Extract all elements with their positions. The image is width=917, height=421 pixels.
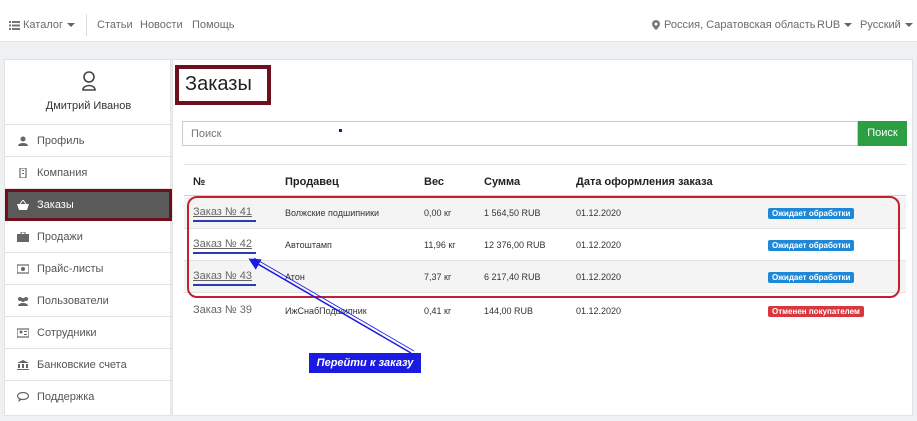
top-navigation-bar: Каталог Статьи Новости Помощь Россия, Са… bbox=[0, 0, 917, 42]
briefcase-icon bbox=[17, 232, 29, 242]
sidebar-item-bank-accounts[interactable]: Банковские счета bbox=[5, 349, 172, 381]
money-icon bbox=[17, 264, 29, 274]
location-label: Россия, Саратовская область bbox=[664, 19, 816, 31]
sidebar: Дмитрий Иванов Профиль Компания Заказы П… bbox=[4, 59, 172, 416]
annotation-label: Перейти к заказу bbox=[309, 353, 421, 373]
divider bbox=[86, 14, 87, 36]
sidebar-item-price-lists[interactable]: Прайс-листы bbox=[5, 253, 172, 285]
sidebar-item-label: Заказы bbox=[37, 199, 74, 211]
chevron-down-icon bbox=[904, 23, 913, 28]
users-icon bbox=[18, 297, 28, 306]
language-selector[interactable]: Русский bbox=[860, 19, 913, 31]
bank-icon bbox=[17, 360, 29, 370]
help-link[interactable]: Помощь bbox=[192, 19, 235, 31]
user-outline-icon bbox=[82, 71, 96, 91]
building-icon bbox=[19, 168, 27, 178]
user-name: Дмитрий Иванов bbox=[45, 100, 132, 112]
currency-label: RUB bbox=[817, 19, 841, 31]
list-icon bbox=[9, 20, 20, 30]
map-marker-icon bbox=[652, 20, 660, 31]
sidebar-item-support[interactable]: Поддержка bbox=[5, 381, 172, 413]
chevron-down-icon bbox=[844, 23, 853, 28]
sidebar-item-company[interactable]: Компания bbox=[5, 157, 172, 189]
sidebar-item-orders[interactable]: Заказы bbox=[5, 189, 172, 221]
sidebar-item-profile[interactable]: Профиль bbox=[5, 125, 172, 157]
language-label: Русский bbox=[860, 19, 901, 31]
sidebar-item-sales[interactable]: Продажи bbox=[5, 221, 172, 253]
basket-icon bbox=[17, 200, 29, 210]
main-content: Заказы Поиск № Продавец Вес Сумма Дата о… bbox=[172, 59, 913, 416]
sidebar-item-label: Пользователи bbox=[37, 295, 109, 307]
sidebar-item-label: Прайс-листы bbox=[37, 263, 104, 275]
catalog-label: Каталог bbox=[23, 19, 63, 31]
sidebar-item-label: Поддержка bbox=[37, 391, 95, 403]
location-selector[interactable]: Россия, Саратовская область bbox=[652, 19, 816, 31]
sidebar-item-label: Продажи bbox=[37, 231, 83, 243]
sidebar-item-employees[interactable]: Сотрудники bbox=[5, 317, 172, 349]
sidebar-item-label: Компания bbox=[37, 167, 88, 179]
sidebar-item-label: Профиль bbox=[37, 135, 85, 147]
sidebar-item-label: Сотрудники bbox=[37, 327, 97, 339]
chevron-down-icon bbox=[67, 23, 75, 28]
sidebar-item-users[interactable]: Пользователи bbox=[5, 285, 172, 317]
catalog-menu[interactable]: Каталог bbox=[9, 19, 75, 31]
currency-selector[interactable]: RUB bbox=[817, 19, 853, 31]
articles-link[interactable]: Статьи bbox=[97, 19, 133, 31]
id-card-icon bbox=[17, 328, 29, 338]
sidebar-item-label: Банковские счета bbox=[37, 359, 127, 371]
user-icon bbox=[18, 136, 28, 146]
annotation-arrow bbox=[248, 257, 415, 354]
user-profile-block: Дмитрий Иванов bbox=[5, 60, 170, 125]
chat-icon bbox=[17, 392, 29, 402]
news-link[interactable]: Новости bbox=[140, 19, 183, 31]
